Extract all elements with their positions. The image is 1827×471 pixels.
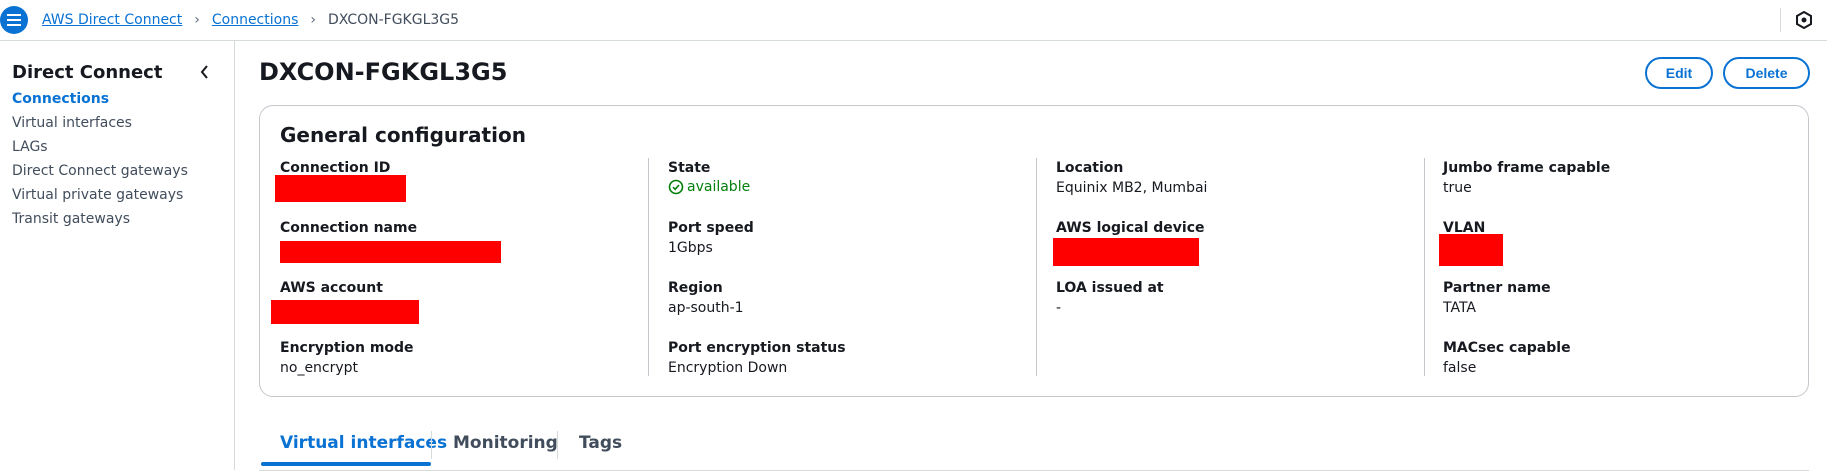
partner-name-label: Partner name <box>1443 280 1551 296</box>
column-divider <box>1424 158 1425 376</box>
active-tab-indicator <box>261 462 431 466</box>
settings-hexagon-icon[interactable] <box>1795 10 1813 30</box>
loa-value: - <box>1056 300 1062 316</box>
region-value: ap-south-1 <box>668 300 744 316</box>
macsec-label: MACsec capable <box>1443 340 1571 356</box>
jumbo-frame-value: true <box>1443 180 1472 196</box>
breadcrumb: AWS Direct Connect › Connections › DXCON… <box>42 12 459 28</box>
sidebar-item-virtual-interfaces[interactable]: Virtual interfaces <box>12 115 132 131</box>
delete-button[interactable]: Delete <box>1723 57 1810 89</box>
chevron-right-icon: › <box>310 12 316 28</box>
port-encryption-value: Encryption Down <box>668 360 788 376</box>
edit-button[interactable]: Edit <box>1645 57 1713 89</box>
breadcrumb-current: DXCON-FGKGL3G5 <box>327 12 460 28</box>
location-label: Location <box>1056 160 1124 176</box>
macsec-value: false <box>1443 360 1477 376</box>
tab-divider <box>431 431 432 459</box>
section-title: General configuration <box>280 123 526 147</box>
chevron-left-icon[interactable] <box>196 63 214 81</box>
sidebar-item-connections[interactable]: Connections <box>12 91 109 107</box>
sidebar-item-virtual-private-gateways[interactable]: Virtual private gateways <box>12 187 183 203</box>
tab-divider <box>557 431 558 459</box>
port-speed-value: 1Gbps <box>668 240 713 256</box>
redacted-connection-id <box>275 175 406 202</box>
redacted-aws-account <box>271 300 419 324</box>
sidebar-item-transit-gateways[interactable]: Transit gateways <box>12 211 130 227</box>
connection-id-label: Connection ID <box>280 160 391 176</box>
encryption-mode-label: Encryption mode <box>280 340 414 356</box>
sidebar-item-direct-connect-gateways[interactable]: Direct Connect gateways <box>12 163 188 179</box>
state-label: State <box>668 160 711 176</box>
chevron-right-icon: › <box>194 12 200 28</box>
region-label: Region <box>668 280 723 296</box>
divider <box>1780 8 1781 32</box>
redacted-vlan <box>1439 234 1503 266</box>
side-navigation: Direct Connect Connections Virtual inter… <box>0 41 235 470</box>
logical-device-label: AWS logical device <box>1056 220 1205 236</box>
tab-list: Virtual interfaces Monitoring Tags <box>259 422 1809 471</box>
redacted-logical-device <box>1053 238 1199 266</box>
port-speed-label: Port speed <box>668 220 754 236</box>
check-circle-icon <box>668 179 684 195</box>
jumbo-frame-label: Jumbo frame capable <box>1443 160 1611 176</box>
top-navigation: AWS Direct Connect › Connections › DXCON… <box>0 0 1827 41</box>
sidenav-title: Direct Connect <box>12 62 163 83</box>
page-title: DXCON-FGKGL3G5 <box>259 58 508 86</box>
column-divider <box>648 158 649 376</box>
loa-label: LOA issued at <box>1056 280 1164 296</box>
state-value: available <box>687 179 751 195</box>
breadcrumb-connections[interactable]: Connections <box>212 12 299 28</box>
redacted-connection-name <box>280 241 501 263</box>
encryption-mode-value: no_encrypt <box>280 360 359 376</box>
tab-monitoring[interactable]: Monitoring <box>453 433 558 453</box>
sidebar-item-lags[interactable]: LAGs <box>12 139 48 155</box>
breadcrumb-aws-direct-connect[interactable]: AWS Direct Connect <box>42 12 182 28</box>
menu-icon[interactable] <box>0 6 28 34</box>
tab-tags[interactable]: Tags <box>579 433 622 453</box>
state-status: available <box>668 179 750 195</box>
location-value: Equinix MB2, Mumbai <box>1056 180 1208 196</box>
general-configuration-container: General configuration Connection ID Conn… <box>259 105 1809 397</box>
partner-name-value: TATA <box>1443 300 1476 316</box>
port-encryption-label: Port encryption status <box>668 340 846 356</box>
connection-name-label: Connection name <box>280 220 418 236</box>
column-divider <box>1036 158 1037 376</box>
tab-virtual-interfaces[interactable]: Virtual interfaces <box>280 433 447 453</box>
aws-account-label: AWS account <box>280 280 383 296</box>
